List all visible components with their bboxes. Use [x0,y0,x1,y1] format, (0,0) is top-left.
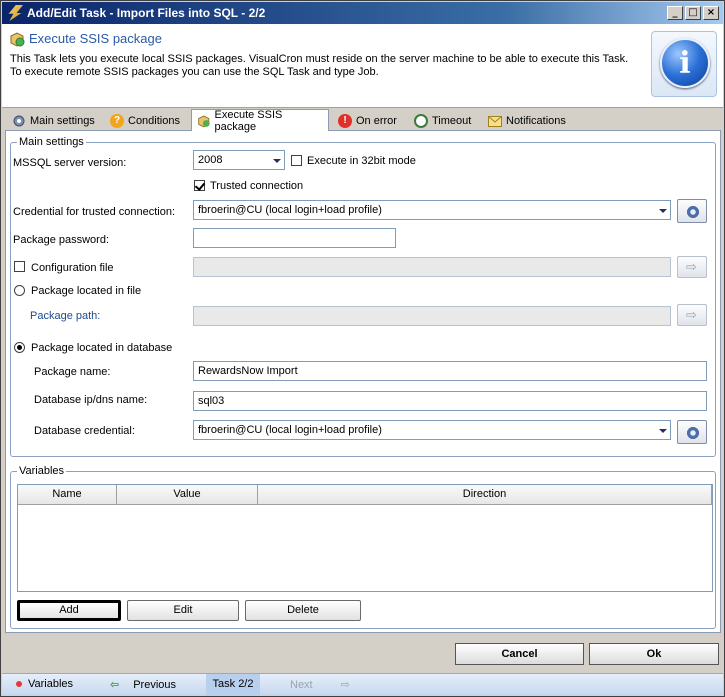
chevron-down-icon [270,153,282,167]
lightning-icon [8,5,23,21]
package-in-file-radio[interactable] [14,285,25,296]
task-header: Execute SSIS package This Task lets you … [2,24,723,108]
arrow-right-icon [686,308,700,324]
credential-value: fbroerin@CU (local login+load profile) [198,204,382,216]
window-title: Add/Edit Task - Import Files into SQL - … [27,6,266,20]
package-password-input[interactable] [193,228,396,248]
package-icon [10,32,25,47]
dialog-window: Add/Edit Task - Import Files into SQL - … [0,0,725,697]
credential-settings-button[interactable] [677,199,707,223]
database-credential-label: Database credential: [34,425,135,437]
task-indicator: Task 2/2 [206,674,260,696]
group-label: Variables [17,465,67,477]
configuration-file-browse-button[interactable] [677,256,707,278]
delete-variable-button[interactable]: Delete [245,600,361,621]
chevron-down-icon [656,423,668,437]
variables-status-label: Variables [28,678,74,690]
tab-label: Conditions [128,115,180,127]
tab-label: Timeout [432,115,472,127]
package-in-database-radio[interactable] [14,342,25,353]
status-dot-icon [16,681,22,688]
package-in-database-label: Package located in database [31,342,173,354]
gear-icon [13,115,25,127]
mssql-version-select[interactable]: 2008 [193,150,285,170]
package-path-browse-button[interactable] [677,304,707,326]
package-password-label: Package password: [13,234,109,246]
database-credential-select[interactable]: fbroerin@CU (local login+load profile) [193,420,671,440]
error-icon: ! [338,114,352,128]
tab-label: Notifications [506,115,566,127]
gear-icon [686,426,700,440]
clock-icon [414,114,428,128]
tab-main-settings[interactable]: Main settings [7,111,100,131]
mssql-version-value: 2008 [198,154,223,166]
database-ip-label: Database ip/dns name: [34,394,148,406]
column-header-value[interactable]: Value [117,485,258,505]
edit-variable-button[interactable]: Edit [127,600,239,621]
arrow-right-icon [686,260,700,276]
maximize-button[interactable]: □ [685,6,701,20]
configuration-file-input[interactable] [193,257,671,277]
tab-notifications[interactable]: Notifications [483,111,571,131]
minimize-button[interactable]: _ [667,6,683,20]
group-label: Main settings [17,136,86,148]
chevron-down-icon [656,203,668,217]
package-in-file-label: Package located in file [31,285,142,297]
cancel-button[interactable]: Cancel [455,643,584,665]
question-icon: ? [110,114,124,128]
arrow-left-icon: ⇦ [110,678,120,691]
package-name-value: RewardsNow Import [198,365,298,377]
tab-execute-ssis[interactable]: Execute SSIS package [191,108,329,133]
variables-table[interactable]: Name Value Direction [17,484,713,592]
header-title: Execute SSIS package [29,31,162,46]
execute-32bit-label: Execute in 32bit mode [307,155,416,167]
package-name-input[interactable]: RewardsNow Import [193,361,707,381]
credential-label: Credential for trusted connection: [13,206,176,218]
database-credential-value: fbroerin@CU (local login+load profile) [198,424,382,436]
trusted-connection-label: Trusted connection [210,180,304,192]
add-variable-button[interactable]: Add [17,600,121,621]
mssql-version-label: MSSQL server version: [13,157,127,169]
column-header-name[interactable]: Name [18,485,117,505]
tab-label: Execute SSIS package [214,108,283,133]
tab-panel: Main settings MSSQL server version: 2008… [5,130,721,633]
tab-timeout[interactable]: Timeout [409,111,476,131]
database-ip-input[interactable]: sql03 [193,391,707,411]
tab-label: Main settings [30,115,95,127]
tab-conditions[interactable]: ? Conditions [105,111,185,131]
ok-button[interactable]: Ok [589,643,719,665]
close-button[interactable]: × [703,6,719,20]
configuration-file-checkbox[interactable] [14,261,25,272]
header-description: This Task lets you execute local SSIS pa… [10,53,629,78]
package-path-label: Package path: [30,310,101,322]
previous-button[interactable]: ⇦ Previous [110,674,202,696]
tab-label: On error [356,115,397,127]
execute-32bit-checkbox[interactable] [291,155,302,166]
package-path-input[interactable] [193,306,671,326]
tab-strip: Main settings ? Conditions Execute SSIS … [5,108,720,133]
arrow-right-icon: ⇨ [340,678,350,691]
previous-label: Previous [133,679,177,691]
column-header-direction[interactable]: Direction [258,485,712,505]
title-bar[interactable]: Add/Edit Task - Import Files into SQL - … [2,2,723,24]
credential-select[interactable]: fbroerin@CU (local login+load profile) [193,200,671,220]
package-name-label: Package name: [34,366,111,378]
database-ip-value: sql03 [198,395,225,407]
database-credential-settings-button[interactable] [677,420,707,444]
info-icon: i [651,31,717,97]
configuration-file-label: Configuration file [31,262,114,274]
dialog-footer: Cancel Ok [2,634,723,672]
gear-icon [686,205,700,219]
next-label: Next [290,679,313,691]
variables-status-item[interactable]: Variables [6,674,104,696]
next-button[interactable]: Next ⇨ [290,674,370,696]
package-icon [198,114,210,127]
status-bar: Variables ⇦ Previous Task 2/2 Next ⇨ [2,673,723,696]
envelope-icon [488,115,502,127]
trusted-connection-checkbox[interactable] [194,180,205,191]
tab-on-error[interactable]: ! On error [333,111,402,131]
